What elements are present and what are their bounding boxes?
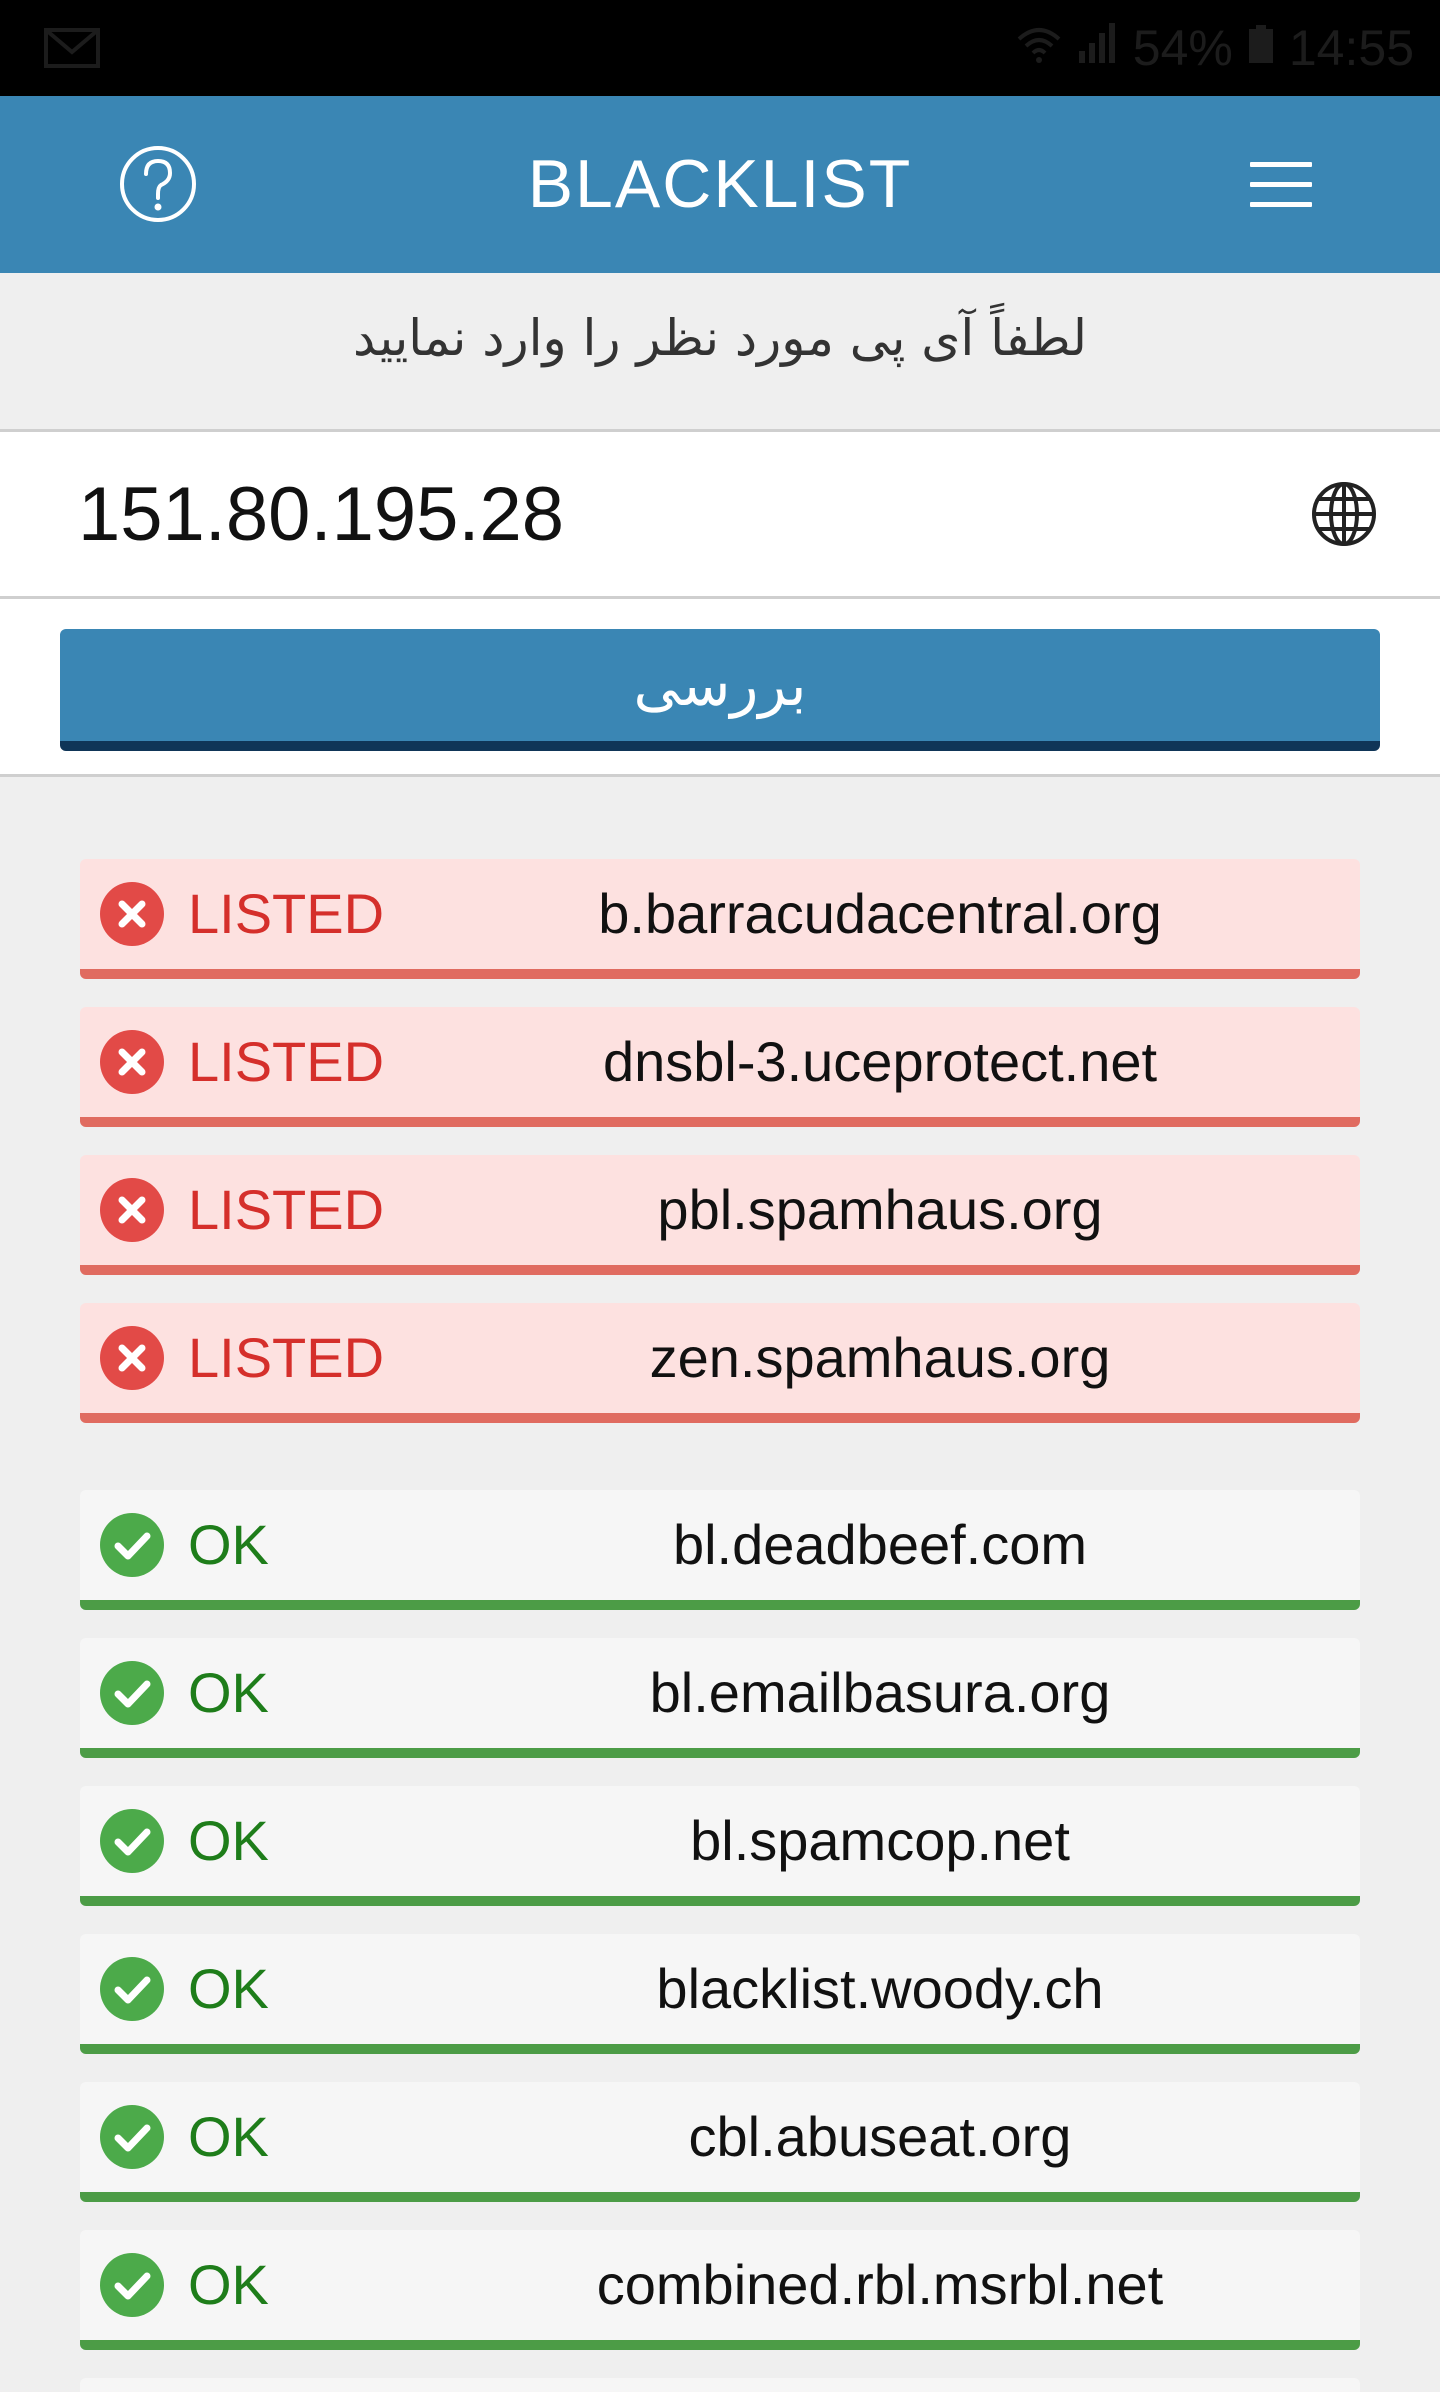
error-x-icon (100, 882, 164, 946)
status-label: OK (188, 2253, 269, 2316)
server-name: zen.spamhaus.org (649, 1326, 1111, 1389)
server-name: blacklist.woody.ch (656, 1957, 1104, 2020)
battery-percent: 54% (1132, 20, 1233, 76)
server-name: bl.deadbeef.com (672, 1513, 1088, 1576)
notification-mail-icon (44, 28, 100, 68)
server-name: bl.spamcop.net (690, 1809, 1070, 1872)
status-label: OK (188, 1809, 269, 1872)
app-bar: BLACKLIST (0, 96, 1440, 273)
result-row: LISTED dnsbl-3.uceprotect.net (80, 1007, 1360, 1127)
status-label: OK (188, 1513, 269, 1576)
check-icon (100, 2253, 164, 2317)
server-name: bl.emailbasura.org (649, 1661, 1111, 1724)
error-x-icon (100, 1030, 164, 1094)
check-icon (100, 2105, 164, 2169)
status-label: OK (188, 1661, 269, 1724)
server-name: pbl.spamhaus.org (657, 1178, 1103, 1241)
check-icon (100, 1661, 164, 1725)
server-name: combined.rbl.msrbl.net (596, 2253, 1164, 2316)
results-list: LISTED b.barracudacentral.org LISTED dns… (0, 777, 1440, 2392)
prompt-area: لطفاً آی پی مورد نظر را وارد نمایید (0, 273, 1440, 429)
result-row: OK bl.spamcop.net (80, 1786, 1360, 1906)
server-name: dnsbl-3.uceprotect.net (602, 1030, 1158, 1093)
ip-input[interactable] (78, 462, 1258, 566)
server-name: cbl.abuseat.org (688, 2105, 1072, 2168)
help-circle-icon[interactable] (118, 144, 198, 224)
prompt-text: لطفاً آی پی مورد نظر را وارد نمایید (353, 309, 1087, 367)
error-x-icon (100, 1178, 164, 1242)
ip-input-row (0, 429, 1440, 599)
battery-icon (1247, 19, 1275, 77)
result-row: LISTED pbl.spamhaus.org (80, 1155, 1360, 1275)
result-row: OK bl.deadbeef.com (80, 1490, 1360, 1610)
result-row: LISTED b.barracudacentral.org (80, 859, 1360, 979)
result-row: LISTED zen.spamhaus.org (80, 1303, 1360, 1423)
globe-icon[interactable] (1310, 480, 1378, 548)
button-area: بررسی (0, 599, 1440, 777)
result-row: OK bl.emailbasura.org (80, 1638, 1360, 1758)
status-label: LISTED (188, 882, 385, 945)
result-row-partial (80, 2378, 1360, 2392)
status-label: LISTED (188, 1178, 385, 1241)
app-title: BLACKLIST (527, 146, 913, 222)
clock: 14:55 (1288, 20, 1414, 76)
signal-icon (1077, 19, 1119, 77)
result-row: OK cbl.abuseat.org (80, 2082, 1360, 2202)
status-label: LISTED (188, 1326, 385, 1389)
check-icon (100, 1513, 164, 1577)
check-icon (100, 1957, 164, 2021)
status-label: LISTED (188, 1030, 385, 1093)
result-row: OK blacklist.woody.ch (80, 1934, 1360, 2054)
status-label: OK (188, 1957, 269, 2020)
check-button[interactable]: بررسی (60, 629, 1380, 751)
hamburger-menu-icon[interactable] (1244, 156, 1316, 212)
check-icon (100, 1809, 164, 1873)
status-bar: 54% 14:55 (0, 0, 1440, 96)
status-indicators: 54% 14:55 (1015, 20, 1414, 76)
wifi-icon (1015, 19, 1063, 77)
server-name: b.barracudacentral.org (598, 882, 1162, 945)
error-x-icon (100, 1326, 164, 1390)
status-label: OK (188, 2105, 269, 2168)
result-row: OK combined.rbl.msrbl.net (80, 2230, 1360, 2350)
